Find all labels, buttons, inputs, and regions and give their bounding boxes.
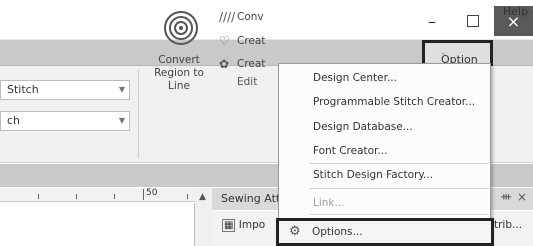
menu-item-label: Programmable Stitch Creator...	[313, 96, 476, 108]
menu-item-stitch-design-factory[interactable]: Stitch Design Factory...	[313, 169, 433, 181]
convert-label-line1: Convert	[158, 54, 200, 66]
ruler: 50	[0, 188, 200, 202]
ruler-label: 50	[146, 188, 158, 198]
group-divider	[138, 70, 139, 158]
minimize-icon: –	[428, 11, 436, 31]
menu-item-link: Link...	[313, 197, 345, 209]
tool-label: Creat	[237, 35, 266, 47]
help-menu-label: Help	[503, 5, 529, 18]
convert-region-to-line-button[interactable]: Convert Region to Line	[143, 54, 215, 93]
spiral-icon[interactable]	[163, 10, 199, 46]
panel-title: Sewing Att	[221, 192, 281, 205]
help-menu-button[interactable]: Help ˇ	[503, 5, 533, 18]
stitch-type-select[interactable]: Stitch ▼	[0, 80, 130, 100]
import-label: Impo	[238, 219, 266, 231]
gear-flower-icon: ✿	[219, 57, 230, 71]
menu-separator	[309, 163, 489, 164]
minimize-button[interactable]: –	[412, 6, 452, 36]
menu-item-programmable-stitch-creator[interactable]: Programmable Stitch Creator...	[313, 96, 475, 108]
menu-item-font-creator[interactable]: Font Creator...	[313, 145, 387, 157]
tool-label: Creat	[237, 58, 266, 70]
maximize-icon	[467, 15, 479, 27]
convert-label-line2: Region to Line	[154, 67, 204, 92]
menu-item-label: Link...	[313, 197, 345, 209]
title-bar: – ×	[0, 0, 533, 40]
chevron-up-icon[interactable]: ▲	[199, 192, 206, 202]
menu-item-label: Stitch Design Factory...	[313, 169, 434, 181]
attributes-button[interactable]: trib...	[494, 219, 522, 231]
stitch-type-value: Stitch	[7, 83, 39, 96]
menu-item-design-database[interactable]: Design Database...	[313, 121, 413, 133]
pin-icon[interactable]: ᚒ	[501, 190, 511, 203]
tool-label: Conv	[237, 11, 264, 23]
menu-item-label: Options...	[312, 226, 363, 238]
maximize-button[interactable]	[452, 6, 494, 36]
ruler-tick	[114, 194, 115, 199]
edit-group-label: Edit	[237, 76, 258, 88]
ruler-tick	[187, 194, 188, 199]
heart-flower-icon: ♡	[219, 34, 230, 48]
convert-tool-button[interactable]: //// Conv	[219, 10, 264, 24]
gear-icon: ⚙	[289, 224, 301, 239]
import-button[interactable]: ▦ Impo	[222, 219, 266, 232]
chevron-down-icon: ▼	[118, 116, 125, 125]
vertical-scrollbar[interactable]: ▲	[195, 188, 212, 246]
menu-separator	[309, 214, 489, 215]
menu-item-label: Font Creator...	[313, 145, 388, 157]
menu-item-design-center[interactable]: Design Center...	[313, 72, 397, 84]
ruler-tick	[143, 189, 144, 200]
menu-separator	[309, 188, 489, 189]
ruler-tick	[38, 194, 39, 199]
menu-item-options[interactable]: ⚙ Options...	[276, 218, 494, 246]
stitch-sub-select[interactable]: ch ▼	[0, 111, 130, 131]
close-icon[interactable]: ×	[517, 190, 527, 204]
create-tool-button-2[interactable]: ✿ Creat	[219, 57, 265, 71]
design-canvas[interactable]	[0, 203, 195, 246]
chevron-down-icon: ▼	[118, 85, 125, 94]
menu-item-label: Design Database...	[313, 121, 413, 133]
create-tool-button[interactable]: ♡ Creat	[219, 34, 265, 48]
stitch-sub-value: ch	[7, 114, 21, 127]
import-icon: ▦	[222, 219, 236, 232]
stitch-pattern-icon: ////	[219, 10, 236, 24]
ruler-tick	[76, 194, 77, 199]
menu-item-label: Design Center...	[313, 72, 397, 84]
chevron-down-icon: ˇ	[441, 53, 446, 63]
